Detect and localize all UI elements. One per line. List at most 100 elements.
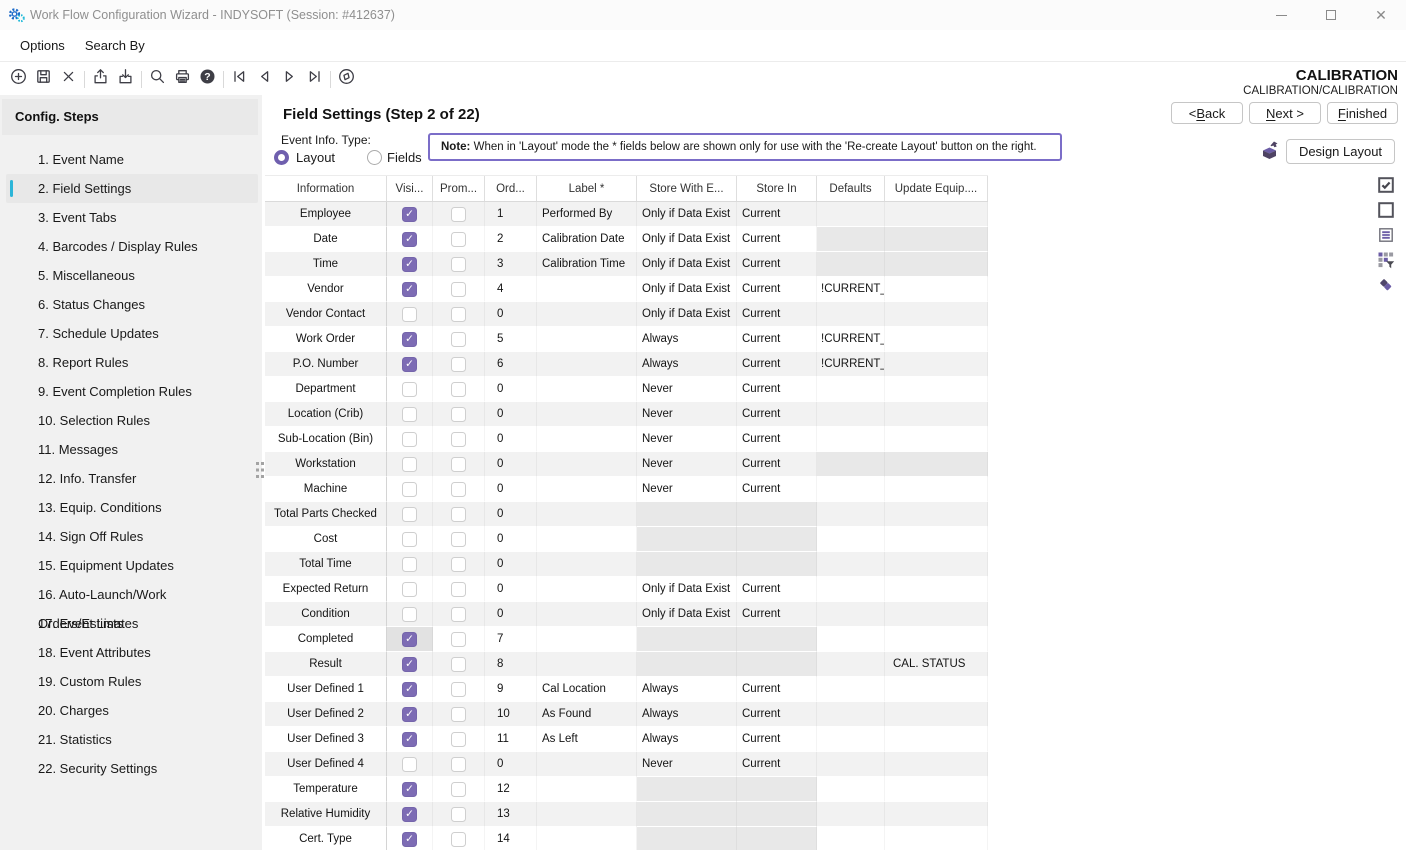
cell-update_equip[interactable] <box>885 327 988 352</box>
visible-checkbox[interactable] <box>402 432 417 447</box>
prompt-checkbox[interactable] <box>451 757 466 772</box>
sidebar-item-8-report-rules[interactable]: 8. Report Rules <box>0 348 262 377</box>
finished-button[interactable]: Finished <box>1327 102 1398 124</box>
cell-store_in[interactable]: Current <box>737 377 817 402</box>
cell-update_equip[interactable] <box>885 677 988 702</box>
cell-store_in[interactable] <box>737 552 817 577</box>
cell-defaults[interactable] <box>817 827 885 850</box>
sidebar-item-10-selection-rules[interactable]: 10. Selection Rules <box>0 406 262 435</box>
visible-checkbox[interactable] <box>402 457 417 472</box>
cell-order[interactable]: 4 <box>485 277 537 302</box>
visible-checkbox[interactable] <box>402 582 417 597</box>
cell-label[interactable] <box>537 777 637 802</box>
column-header-store_in[interactable]: Store In <box>737 176 817 201</box>
cell-order[interactable]: 0 <box>485 502 537 527</box>
cell-store_in[interactable] <box>737 777 817 802</box>
search-button[interactable] <box>145 67 170 92</box>
cell-order[interactable]: 0 <box>485 377 537 402</box>
sidebar-item-14-sign-off-rules[interactable]: 14. Sign Off Rules <box>0 522 262 551</box>
delete-button[interactable] <box>56 67 81 92</box>
cell-label[interactable] <box>537 377 637 402</box>
cell-store_in[interactable]: Current <box>737 677 817 702</box>
visible-checkbox[interactable]: ✓ <box>402 682 417 697</box>
sidebar-item-15-equipment-updates[interactable]: 15. Equipment Updates <box>0 551 262 580</box>
prompt-checkbox[interactable] <box>451 207 466 222</box>
cell-defaults[interactable] <box>817 602 885 627</box>
cell-order[interactable]: 0 <box>485 452 537 477</box>
cell-update_equip[interactable] <box>885 527 988 552</box>
cell-store_in[interactable] <box>737 827 817 850</box>
cell-update_equip[interactable] <box>885 352 988 377</box>
cell-defaults[interactable] <box>817 502 885 527</box>
cell-label[interactable] <box>537 452 637 477</box>
export-button[interactable] <box>88 67 113 92</box>
visible-checkbox[interactable] <box>402 557 417 572</box>
cell-order[interactable]: 0 <box>485 477 537 502</box>
cell-store_with[interactable]: Always <box>637 352 737 377</box>
cell-defaults[interactable] <box>817 477 885 502</box>
cell-label[interactable]: As Found <box>537 702 637 727</box>
cell-update_equip[interactable] <box>885 402 988 427</box>
cell-store_with[interactable] <box>637 827 737 850</box>
cell-store_with[interactable]: Never <box>637 477 737 502</box>
cell-label[interactable]: As Left <box>537 727 637 752</box>
cell-label[interactable] <box>537 577 637 602</box>
cell-update_equip[interactable] <box>885 727 988 752</box>
prompt-checkbox[interactable] <box>451 407 466 422</box>
cell-store_with[interactable]: Never <box>637 427 737 452</box>
cell-store_in[interactable]: Current <box>737 402 817 427</box>
clear-button[interactable] <box>1375 276 1397 298</box>
cell-store_with[interactable] <box>637 802 737 827</box>
cell-label[interactable] <box>537 277 637 302</box>
cell-store_in[interactable]: Current <box>737 602 817 627</box>
cell-label[interactable] <box>537 352 637 377</box>
cell-order[interactable]: 3 <box>485 252 537 277</box>
cell-store_in[interactable]: Current <box>737 452 817 477</box>
cell-store_with[interactable] <box>637 627 737 652</box>
cell-store_with[interactable]: Never <box>637 402 737 427</box>
prompt-checkbox[interactable] <box>451 782 466 797</box>
sidebar-item-19-custom-rules[interactable]: 19. Custom Rules <box>0 667 262 696</box>
cell-label[interactable] <box>537 802 637 827</box>
visible-checkbox[interactable]: ✓ <box>402 357 417 372</box>
prompt-checkbox[interactable] <box>451 582 466 597</box>
cell-update_equip[interactable] <box>885 802 988 827</box>
column-header-visible[interactable]: Visi... <box>387 176 433 201</box>
close-button[interactable]: ✕ <box>1361 0 1401 30</box>
cell-label[interactable] <box>537 827 637 850</box>
cell-label[interactable]: Performed By <box>537 202 637 227</box>
print-button[interactable] <box>170 67 195 92</box>
cell-update_equip[interactable] <box>885 702 988 727</box>
cell-order[interactable]: 2 <box>485 227 537 252</box>
cell-defaults[interactable]: !CURRENT_W <box>817 327 885 352</box>
visible-checkbox[interactable]: ✓ <box>402 632 417 647</box>
prompt-checkbox[interactable] <box>451 807 466 822</box>
column-header-label[interactable]: Label * <box>537 176 637 201</box>
cell-update_equip[interactable] <box>885 577 988 602</box>
cell-update_equip[interactable] <box>885 452 988 477</box>
fields-radio-label[interactable]: Fields <box>387 150 422 165</box>
cell-order[interactable]: 9 <box>485 677 537 702</box>
import-button[interactable] <box>113 67 138 92</box>
cell-label[interactable] <box>537 302 637 327</box>
cell-update_equip[interactable] <box>885 252 988 277</box>
cell-store_with[interactable]: Always <box>637 677 737 702</box>
sidebar-item-20-charges[interactable]: 20. Charges <box>0 696 262 725</box>
uncheck-all-button[interactable] <box>1375 201 1397 223</box>
sidebar-item-9-event-completion-rules[interactable]: 9. Event Completion Rules <box>0 377 262 406</box>
cell-store_in[interactable]: Current <box>737 477 817 502</box>
prompt-checkbox[interactable] <box>451 657 466 672</box>
column-header-defaults[interactable]: Defaults <box>817 176 885 201</box>
sidebar-item-11-messages[interactable]: 11. Messages <box>0 435 262 464</box>
fields-radio[interactable] <box>367 150 382 165</box>
cell-store_with[interactable]: Never <box>637 377 737 402</box>
visible-checkbox[interactable]: ✓ <box>402 657 417 672</box>
cell-label[interactable] <box>537 427 637 452</box>
cell-order[interactable]: 0 <box>485 602 537 627</box>
cell-store_in[interactable]: Current <box>737 277 817 302</box>
cell-update_equip[interactable] <box>885 552 988 577</box>
prompt-checkbox[interactable] <box>451 357 466 372</box>
cell-label[interactable] <box>537 327 637 352</box>
cell-defaults[interactable] <box>817 202 885 227</box>
cell-store_in[interactable]: Current <box>737 702 817 727</box>
